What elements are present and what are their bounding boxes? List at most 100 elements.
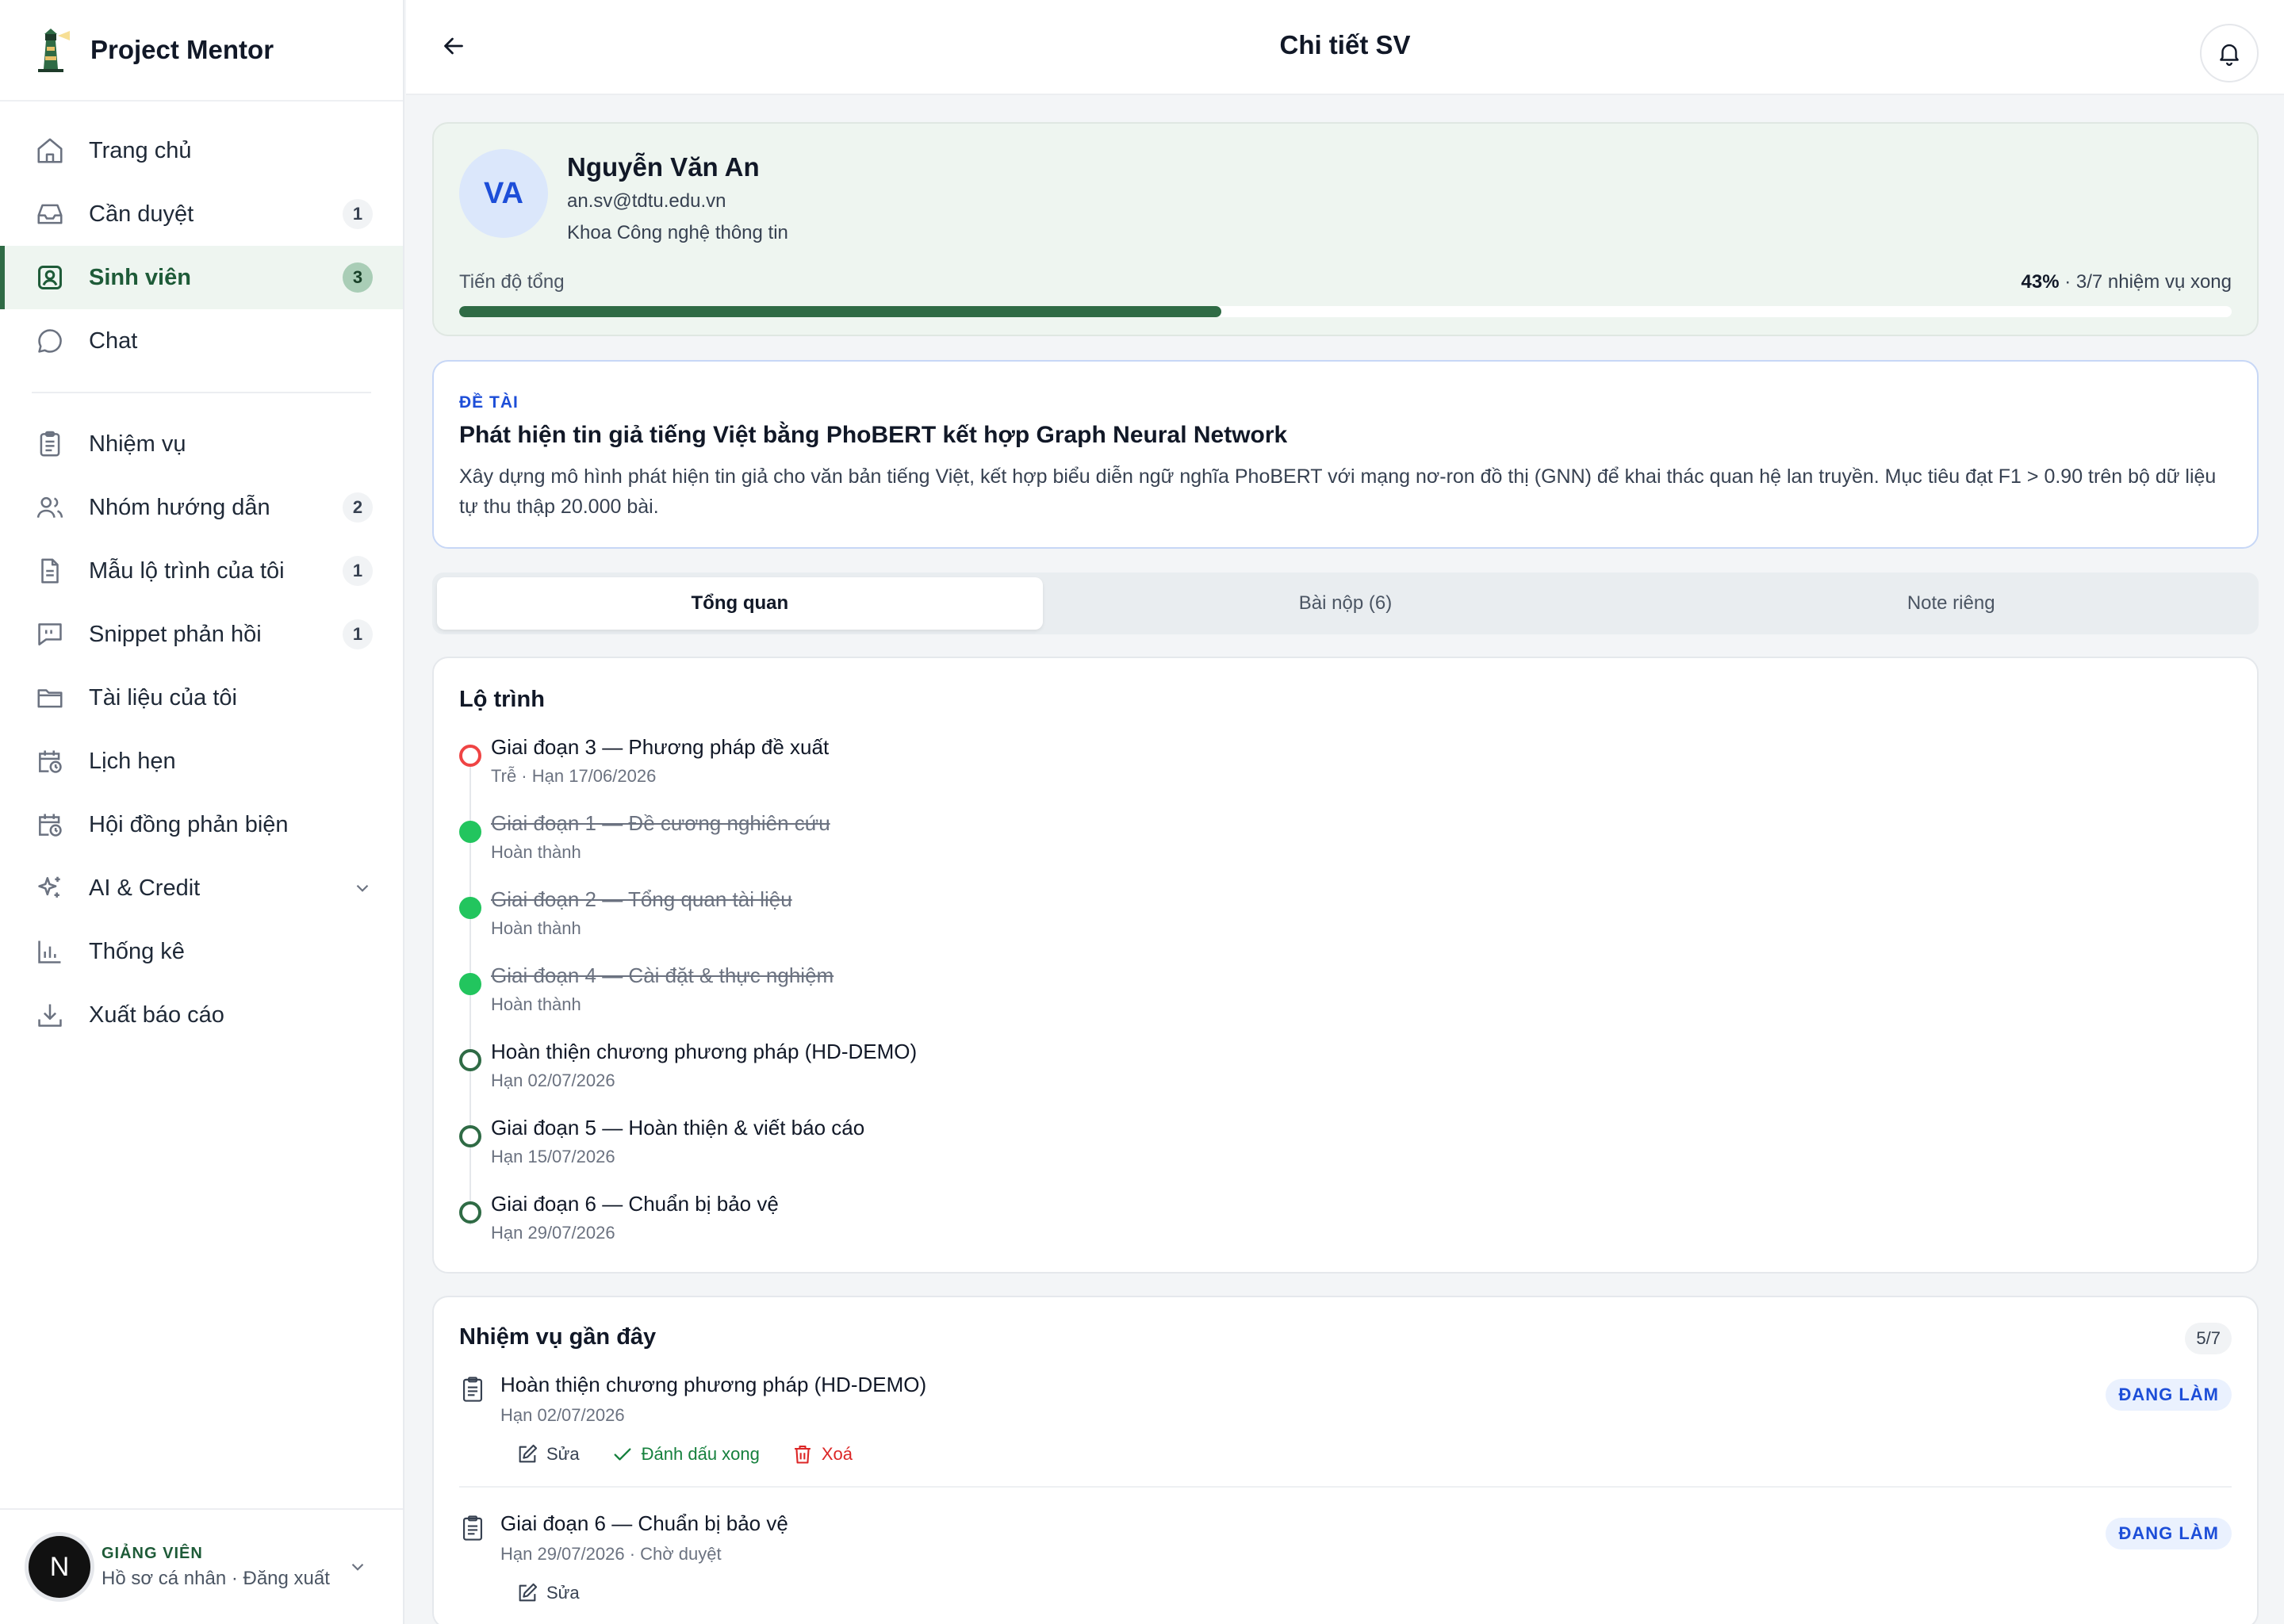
home-icon bbox=[35, 136, 65, 166]
task-deadline: Hạn 29/07/2026 · Chờ duyệt bbox=[500, 1544, 722, 1564]
calendar-clock-icon bbox=[35, 746, 65, 776]
progress-bar-fill bbox=[459, 306, 1222, 317]
sidebar-nav: Trang chủ Cần duyệt 1 Sinh viên 3 Chat N… bbox=[0, 102, 403, 1047]
task-item[interactable]: Hoàn thiện chương phương pháp (HD-DEMO) … bbox=[459, 1373, 2232, 1465]
sidebar-item-statistics[interactable]: Thống kê bbox=[0, 920, 403, 983]
pending-status-dot bbox=[459, 1125, 481, 1147]
student-avatar: VA bbox=[459, 149, 548, 238]
status-badge: ĐANG LÀM bbox=[2106, 1379, 2232, 1411]
edit-label: Sửa bbox=[546, 1583, 580, 1603]
sidebar-item-roadmap-templates[interactable]: Mẫu lộ trình của tôi 1 bbox=[0, 539, 403, 603]
tab-overview[interactable]: Tổng quan bbox=[437, 577, 1043, 630]
sidebar-item-feedback-snippets[interactable]: Snippet phản hồi 1 bbox=[0, 603, 403, 666]
sidebar-item-label: Chat bbox=[89, 327, 138, 354]
count-badge: 2 bbox=[343, 492, 373, 523]
sidebar-item-home[interactable]: Trang chủ bbox=[0, 119, 403, 182]
sidebar-item-chat[interactable]: Chat bbox=[0, 309, 403, 373]
sidebar-item-tasks[interactable]: Nhiệm vụ bbox=[0, 412, 403, 476]
sparkles-icon bbox=[35, 873, 65, 903]
timeline-item-status: Hạn 29/07/2026 bbox=[491, 1223, 615, 1243]
timeline-item-title: Giai đoạn 6 — Chuẩn bị bảo vệ bbox=[491, 1192, 779, 1216]
timeline-item[interactable]: Giai đoạn 1 — Đề cương nghiên cứu Hoàn t… bbox=[459, 811, 2232, 887]
sidebar-item-label: Cần duyệt bbox=[89, 201, 194, 227]
delete-label: Xoá bbox=[821, 1444, 853, 1464]
detail-tabs: Tổng quan Bài nộp (6) Note riêng bbox=[432, 573, 2259, 634]
sidebar-item-review-council[interactable]: Hội đồng phản biện bbox=[0, 793, 403, 856]
task-title: Giai đoạn 6 — Chuẩn bị bảo vệ bbox=[500, 1511, 788, 1535]
notifications-button[interactable] bbox=[2200, 24, 2259, 82]
timeline-item-title: Giai đoạn 4 — Cài đặt & thực nghiệm bbox=[491, 963, 834, 987]
app-name: Project Mentor bbox=[90, 35, 274, 64]
clipboard-list-icon bbox=[35, 429, 65, 459]
status-badge: ĐANG LÀM bbox=[2106, 1518, 2232, 1549]
chevron-down-icon[interactable] bbox=[352, 878, 373, 898]
user-info: GIẢNG VIÊN Hồ sơ cá nhân · Đăng xuất bbox=[102, 1545, 347, 1590]
pending-status-dot bbox=[459, 1049, 481, 1071]
late-status-dot bbox=[459, 745, 481, 767]
mark-done-button[interactable]: Đánh dấu xong bbox=[611, 1443, 760, 1465]
edit-button[interactable]: Sửa bbox=[516, 1443, 580, 1465]
check-icon bbox=[614, 1448, 631, 1461]
clipboard-icon bbox=[461, 1515, 485, 1542]
timeline-item-status: Hạn 02/07/2026 bbox=[491, 1071, 615, 1090]
user-menu[interactable]: N GIẢNG VIÊN Hồ sơ cá nhân · Đăng xuất bbox=[0, 1508, 403, 1624]
sidebar-item-label: Nhiệm vụ bbox=[89, 431, 186, 457]
topic-description: Xây dựng mô hình phát hiện tin giả cho v… bbox=[459, 465, 2217, 518]
mark-done-label: Đánh dấu xong bbox=[641, 1444, 760, 1464]
sidebar-item-ai-credit[interactable]: AI & Credit bbox=[0, 856, 403, 920]
task-title: Hoàn thiện chương phương pháp (HD-DEMO) bbox=[500, 1373, 927, 1396]
profile-logout-link[interactable]: Hồ sơ cá nhân · Đăng xuất bbox=[102, 1568, 347, 1590]
tab-submissions[interactable]: Bài nộp (6) bbox=[1043, 577, 1649, 630]
count-badge: 3 bbox=[343, 262, 373, 293]
sidebar-item-label: Thống kê bbox=[89, 938, 185, 964]
sidebar-item-documents[interactable]: Tài liệu của tôi bbox=[0, 666, 403, 730]
avatar[interactable]: N bbox=[29, 1536, 90, 1598]
timeline-item[interactable]: Hoàn thiện chương phương pháp (HD-DEMO) … bbox=[459, 1040, 2232, 1116]
pending-status-dot bbox=[459, 1201, 481, 1224]
users-icon bbox=[35, 492, 65, 523]
sidebar-item-label: Sinh viên bbox=[89, 264, 191, 290]
sidebar-item-label: AI & Credit bbox=[89, 875, 201, 901]
main-content: VA Nguyễn Văn An an.sv@tdtu.edu.vn Khoa … bbox=[432, 122, 2259, 1624]
sidebar-item-students[interactable]: Sinh viên 3 bbox=[0, 246, 403, 309]
timeline-item[interactable]: Giai đoạn 3 — Phương pháp đề xuất Trễ · … bbox=[459, 735, 2232, 811]
student-contact-icon bbox=[35, 262, 65, 293]
roadmap-card: Lộ trình Giai đoạn 3 — Phương pháp đề xu… bbox=[432, 657, 2259, 1274]
sidebar-item-label: Mẫu lộ trình của tôi bbox=[89, 557, 285, 584]
sidebar-item-appointments[interactable]: Lịch hẹn bbox=[0, 730, 403, 793]
sidebar-item-label: Trang chủ bbox=[89, 137, 192, 163]
timeline-item-title: Giai đoạn 5 — Hoàn thiện & viết báo cáo bbox=[491, 1116, 865, 1139]
timeline-item[interactable]: Giai đoạn 6 — Chuẩn bị bảo vệ Hạn 29/07/… bbox=[459, 1192, 2232, 1268]
timeline-item[interactable]: Giai đoạn 5 — Hoàn thiện & viết báo cáo … bbox=[459, 1116, 2232, 1192]
progress-detail: · 3/7 nhiệm vụ xong bbox=[2059, 271, 2232, 293]
done-status-dot bbox=[459, 973, 481, 995]
sidebar-item-groups[interactable]: Nhóm hướng dẫn 2 bbox=[0, 476, 403, 539]
timeline-item-title: Giai đoạn 2 — Tổng quan tài liệu bbox=[491, 887, 792, 911]
chevron-down-icon[interactable] bbox=[347, 1557, 368, 1577]
progress-value: 43% · 3/7 nhiệm vụ xong bbox=[2021, 271, 2232, 293]
delete-button[interactable]: Xoá bbox=[791, 1443, 853, 1465]
timeline-item[interactable]: Giai đoạn 4 — Cài đặt & thực nghiệm Hoàn… bbox=[459, 963, 2232, 1040]
calendar-clock-icon bbox=[35, 810, 65, 840]
bell-icon bbox=[2216, 40, 2243, 67]
sidebar-item-approvals[interactable]: Cần duyệt 1 bbox=[0, 182, 403, 246]
timeline-item-title: Giai đoạn 3 — Phương pháp đề xuất bbox=[491, 735, 830, 759]
folder-icon bbox=[35, 683, 65, 713]
timeline-item[interactable]: Giai đoạn 2 — Tổng quan tài liệu Hoàn th… bbox=[459, 887, 2232, 963]
tab-private-notes[interactable]: Note riêng bbox=[1648, 577, 2254, 630]
sidebar-item-export-report[interactable]: Xuất báo cáo bbox=[0, 983, 403, 1047]
recent-tasks-card: Nhiệm vụ gần đây 5/7 Hoàn thiện chương p… bbox=[432, 1296, 2259, 1624]
topic-tag: ĐỀ TÀI bbox=[459, 393, 519, 412]
count-badge: 1 bbox=[343, 199, 373, 229]
edit-button[interactable]: Sửa bbox=[516, 1582, 580, 1604]
topic-title: Phát hiện tin giả tiếng Việt bằng PhoBER… bbox=[459, 422, 1288, 448]
student-department: Khoa Công nghệ thông tin bbox=[567, 222, 788, 243]
trash-icon bbox=[794, 1446, 811, 1464]
task-actions: Sửa Đánh dấu xong Xoá bbox=[500, 1443, 2232, 1465]
roadmap-title: Lộ trình bbox=[459, 687, 545, 712]
brand[interactable]: Project Mentor bbox=[0, 0, 403, 102]
edit-icon bbox=[519, 1583, 538, 1602]
done-status-dot bbox=[459, 897, 481, 919]
count-badge: 1 bbox=[343, 619, 373, 649]
task-item[interactable]: Giai đoạn 6 — Chuẩn bị bảo vệ Hạn 29/07/… bbox=[459, 1486, 2232, 1604]
